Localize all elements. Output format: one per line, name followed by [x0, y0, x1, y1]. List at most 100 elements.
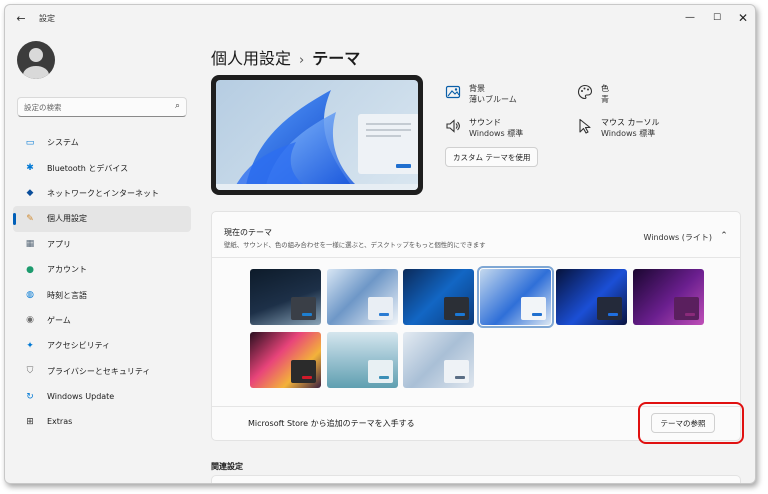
- color-setting[interactable]: 色 青: [577, 83, 609, 105]
- person-icon: ●: [26, 264, 34, 275]
- sidebar-item-label: Windows Update: [47, 392, 115, 402]
- accent-bar: [684, 313, 695, 316]
- accent-bar: [302, 313, 312, 316]
- app-title: 設定: [39, 14, 55, 23]
- sidebar-item-label: システム: [47, 138, 79, 148]
- sidebar-item[interactable]: ⛉ プライバシーとセキュリティ: [13, 359, 191, 384]
- theme-sunrise-thumbnail[interactable]: [403, 332, 474, 388]
- window-preview: [291, 360, 316, 383]
- image-icon: [445, 85, 461, 99]
- related-settings-card: [211, 475, 741, 483]
- sidebar-item[interactable]: ✦ アクセシビリティ: [13, 333, 191, 358]
- current-theme-description: 壁紙、サウンド、色の組み合わせを一様に選ぶと、デスクトップをもっと個性的にできま…: [224, 241, 486, 249]
- background-label: 背景: [469, 84, 485, 93]
- sidebar-item[interactable]: ⊞ Extras: [13, 409, 191, 434]
- sidebar-nav: ▭ システム ✱ Bluetooth とデバイス ◆ ネットワークとインターネット ✎ 個人用…: [13, 130, 191, 435]
- theme-earth-thumbnail[interactable]: [250, 269, 321, 325]
- theme-glow-thumbnail[interactable]: [632, 269, 704, 325]
- back-arrow-icon[interactable]: ←: [13, 11, 29, 27]
- cursor-setting[interactable]: マウス カーソル Windows 標準: [577, 117, 660, 139]
- search-icon[interactable]: ⌕: [175, 101, 180, 111]
- theme-windows-light-thumbnail[interactable]: [476, 266, 554, 328]
- sidebar-item-label: アカウント: [47, 265, 87, 275]
- chevron-up-icon[interactable]: ⌃: [718, 231, 730, 243]
- background-setting[interactable]: 背景 薄いブルーム: [445, 83, 517, 105]
- globe-icon: ◍: [26, 290, 34, 301]
- color-label: 色: [601, 84, 609, 93]
- breadcrumb-separator: ›: [299, 53, 305, 68]
- update-icon: ↻: [26, 391, 34, 402]
- sidebar-item[interactable]: ✎ 個人用設定: [13, 206, 191, 232]
- sidebar-item-label: アクセシビリティ: [47, 341, 111, 351]
- user-avatar[interactable]: [17, 41, 55, 79]
- sidebar-item-label: Extras: [47, 417, 73, 427]
- sidebar-item[interactable]: ▦ アプリ: [13, 232, 191, 257]
- window-preview: [673, 297, 699, 320]
- use-custom-theme-button[interactable]: カスタム テーマを使用: [445, 147, 539, 167]
- accent-bar: [302, 376, 312, 379]
- related-settings-heading: 関連設定: [211, 462, 243, 471]
- person-avatar-icon: [17, 41, 55, 79]
- sidebar-item[interactable]: ◉ ゲーム: [13, 308, 191, 333]
- breadcrumb-parent[interactable]: 個人用設定: [211, 49, 291, 68]
- sound-setting[interactable]: サウンド Windows 標準: [445, 117, 523, 139]
- page-title: テーマ: [312, 49, 361, 68]
- theme-flow-thumbnail[interactable]: [326, 332, 398, 388]
- window-preview: [444, 360, 469, 383]
- color-value: 青: [601, 95, 609, 104]
- sound-value: Windows 標準: [469, 129, 524, 138]
- wifi-icon: ◆: [26, 188, 34, 199]
- accent-bar: [531, 313, 542, 316]
- monitor-icon: ▭: [25, 137, 35, 148]
- sidebar-item[interactable]: ✱ Bluetooth とデバイス: [13, 155, 191, 180]
- sidebar-item-label: アプリ: [47, 239, 71, 249]
- browse-themes-button[interactable]: テーマの参照: [651, 413, 715, 433]
- window-preview: [367, 360, 393, 383]
- brush-icon: ✎: [26, 213, 34, 224]
- palette-icon: [577, 84, 593, 100]
- background-value: 薄いブルーム: [469, 95, 517, 104]
- sidebar-item[interactable]: ↻ Windows Update: [13, 384, 191, 409]
- cursor-value: Windows 標準: [601, 129, 656, 138]
- store-text: Microsoft Store から追加のテーマを入手する: [248, 419, 415, 428]
- title-bar: ← 設定 — ☐ ✕: [5, 5, 755, 33]
- theme-captured-motion-thumbnail[interactable]: [250, 332, 321, 388]
- sound-label: サウンド: [469, 118, 501, 127]
- apps-icon: ▦: [25, 239, 35, 250]
- bluetooth-icon: ✱: [26, 163, 34, 174]
- current-theme-card: 現在のテーマ 壁紙、サウンド、色の組み合わせを一様に選ぶと、デスクトップをもっと…: [211, 211, 744, 444]
- window-preview: [291, 297, 316, 320]
- speaker-icon: [446, 119, 460, 133]
- current-theme-title: 現在のテーマ: [224, 228, 272, 237]
- theme-preview-image: [216, 80, 418, 190]
- sidebar-item[interactable]: ◍ 時刻と言語: [13, 282, 191, 307]
- maximize-button[interactable]: ☐: [704, 9, 730, 27]
- extras-icon: ⊞: [26, 416, 34, 427]
- window-preview: [444, 297, 469, 320]
- search-box: ⌕: [17, 97, 187, 117]
- cursor-icon: [579, 118, 591, 134]
- sidebar-item-label: Bluetooth とデバイス: [47, 163, 129, 173]
- search-input[interactable]: [24, 100, 164, 114]
- theme-windows-dark-thumbnail[interactable]: [556, 269, 627, 325]
- sidebar-item-label: ゲーム: [47, 315, 71, 325]
- close-button[interactable]: ✕: [730, 9, 755, 27]
- accessibility-icon: ✦: [26, 340, 34, 351]
- theme-windows-dark-logo-thumbnail[interactable]: [403, 269, 474, 325]
- shield-icon: ⛉: [26, 366, 34, 377]
- accent-bar: [378, 376, 389, 379]
- accent-bar: [455, 376, 465, 379]
- card-divider: [212, 257, 740, 258]
- window-preview: [520, 297, 546, 320]
- accent-bar: [378, 313, 389, 316]
- current-theme-value: Windows (ライト): [643, 233, 713, 242]
- bloom-wallpaper-icon: [236, 90, 418, 185]
- theme-architecture-thumbnail[interactable]: [326, 269, 398, 325]
- breadcrumb: 個人用設定 › テーマ: [211, 45, 360, 69]
- sidebar-item[interactable]: ◆ ネットワークとインターネット: [13, 181, 191, 206]
- window-preview: [597, 297, 622, 320]
- sidebar-item[interactable]: ● アカウント: [13, 257, 191, 282]
- window-preview: [367, 297, 393, 320]
- minimize-button[interactable]: —: [677, 9, 703, 27]
- sidebar-item[interactable]: ▭ システム: [13, 130, 191, 155]
